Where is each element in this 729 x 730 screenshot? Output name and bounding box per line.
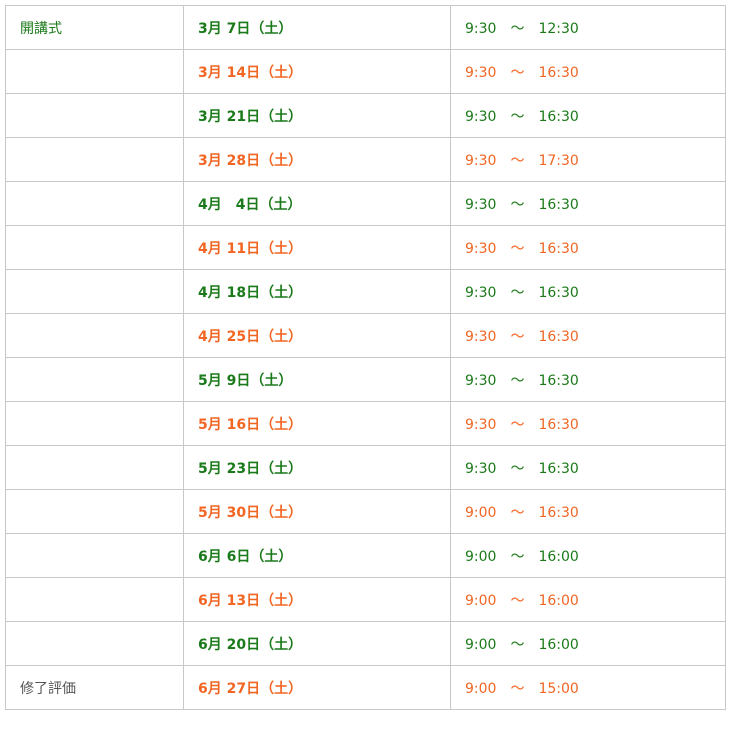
date-cell: 5月 23日（土） [183,445,451,490]
table-row: 5月 23日（土） 9:30 ～ 16:30 [5,445,726,490]
time-cell: 9:30 ～ 16:30 [450,357,726,402]
time-cell: 9:30 ～ 16:30 [450,181,726,226]
date-cell: 3月 14日（土） [183,49,451,94]
row-label-cell [5,225,184,270]
time-cell: 9:30 ～ 16:30 [450,93,726,138]
table-row: 6月 13日（土） 9:00 ～ 16:00 [5,577,726,622]
row-label-cell: 修了評価 [5,665,184,710]
time-cell: 9:00 ～ 16:00 [450,621,726,666]
row-label-cell [5,533,184,578]
time-cell: 9:30 ～ 17:30 [450,137,726,182]
row-label-cell [5,181,184,226]
table-row: 4月 25日（土） 9:30 ～ 16:30 [5,313,726,358]
row-label-cell [5,621,184,666]
row-label-cell [5,49,184,94]
time-cell: 9:30 ～ 16:30 [450,401,726,446]
date-cell: 6月 20日（土） [183,621,451,666]
table-row: 3月 21日（土） 9:30 ～ 16:30 [5,93,726,138]
table-row: 6月 20日（土） 9:00 ～ 16:00 [5,621,726,666]
table-row: 3月 14日（土） 9:30 ～ 16:30 [5,49,726,94]
date-cell: 4月 11日（土） [183,225,451,270]
date-cell: 5月 9日（土） [183,357,451,402]
row-label-cell [5,137,184,182]
time-cell: 9:30 ～ 12:30 [450,5,726,50]
row-label-cell [5,577,184,622]
table-row: 4月 4日（土） 9:30 ～ 16:30 [5,181,726,226]
row-label-cell [5,269,184,314]
table-row: 4月 18日（土） 9:30 ～ 16:30 [5,269,726,314]
row-label-cell: 開講式 [5,5,184,50]
row-label-cell [5,313,184,358]
table-row: 4月 11日（土） 9:30 ～ 16:30 [5,225,726,270]
date-cell: 5月 16日（土） [183,401,451,446]
time-cell: 9:30 ～ 16:30 [450,313,726,358]
date-cell: 4月 25日（土） [183,313,451,358]
date-cell: 3月 7日（土） [183,5,451,50]
table-row: 3月 28日（土） 9:30 ～ 17:30 [5,137,726,182]
row-label-cell [5,445,184,490]
date-cell: 3月 21日（土） [183,93,451,138]
date-cell: 4月 18日（土） [183,269,451,314]
row-label-cell [5,93,184,138]
date-cell: 6月 13日（土） [183,577,451,622]
schedule-body: 開講式 3月 7日（土） 9:30 ～ 12:30 3月 14日（土） 9:30… [5,5,726,710]
time-cell: 9:30 ～ 16:30 [450,269,726,314]
time-cell: 9:00 ～ 15:00 [450,665,726,710]
time-cell: 9:00 ～ 16:00 [450,577,726,622]
table-row: 6月 6日（土） 9:00 ～ 16:00 [5,533,726,578]
row-label-cell [5,489,184,534]
row-label-cell [5,401,184,446]
time-cell: 9:00 ～ 16:30 [450,489,726,534]
date-cell: 6月 27日（土） [183,665,451,710]
schedule-table: 開講式 3月 7日（土） 9:30 ～ 12:30 3月 14日（土） 9:30… [5,5,726,710]
time-cell: 9:30 ～ 16:30 [450,225,726,270]
table-row: 5月 9日（土） 9:30 ～ 16:30 [5,357,726,402]
table-row: 修了評価 6月 27日（土） 9:00 ～ 15:00 [5,665,726,710]
row-label-cell [5,357,184,402]
time-cell: 9:30 ～ 16:30 [450,49,726,94]
table-row: 5月 30日（土） 9:00 ～ 16:30 [5,489,726,534]
date-cell: 6月 6日（土） [183,533,451,578]
date-cell: 3月 28日（土） [183,137,451,182]
time-cell: 9:00 ～ 16:00 [450,533,726,578]
time-cell: 9:30 ～ 16:30 [450,445,726,490]
date-cell: 5月 30日（土） [183,489,451,534]
table-row: 開講式 3月 7日（土） 9:30 ～ 12:30 [5,5,726,50]
date-cell: 4月 4日（土） [183,181,451,226]
table-row: 5月 16日（土） 9:30 ～ 16:30 [5,401,726,446]
